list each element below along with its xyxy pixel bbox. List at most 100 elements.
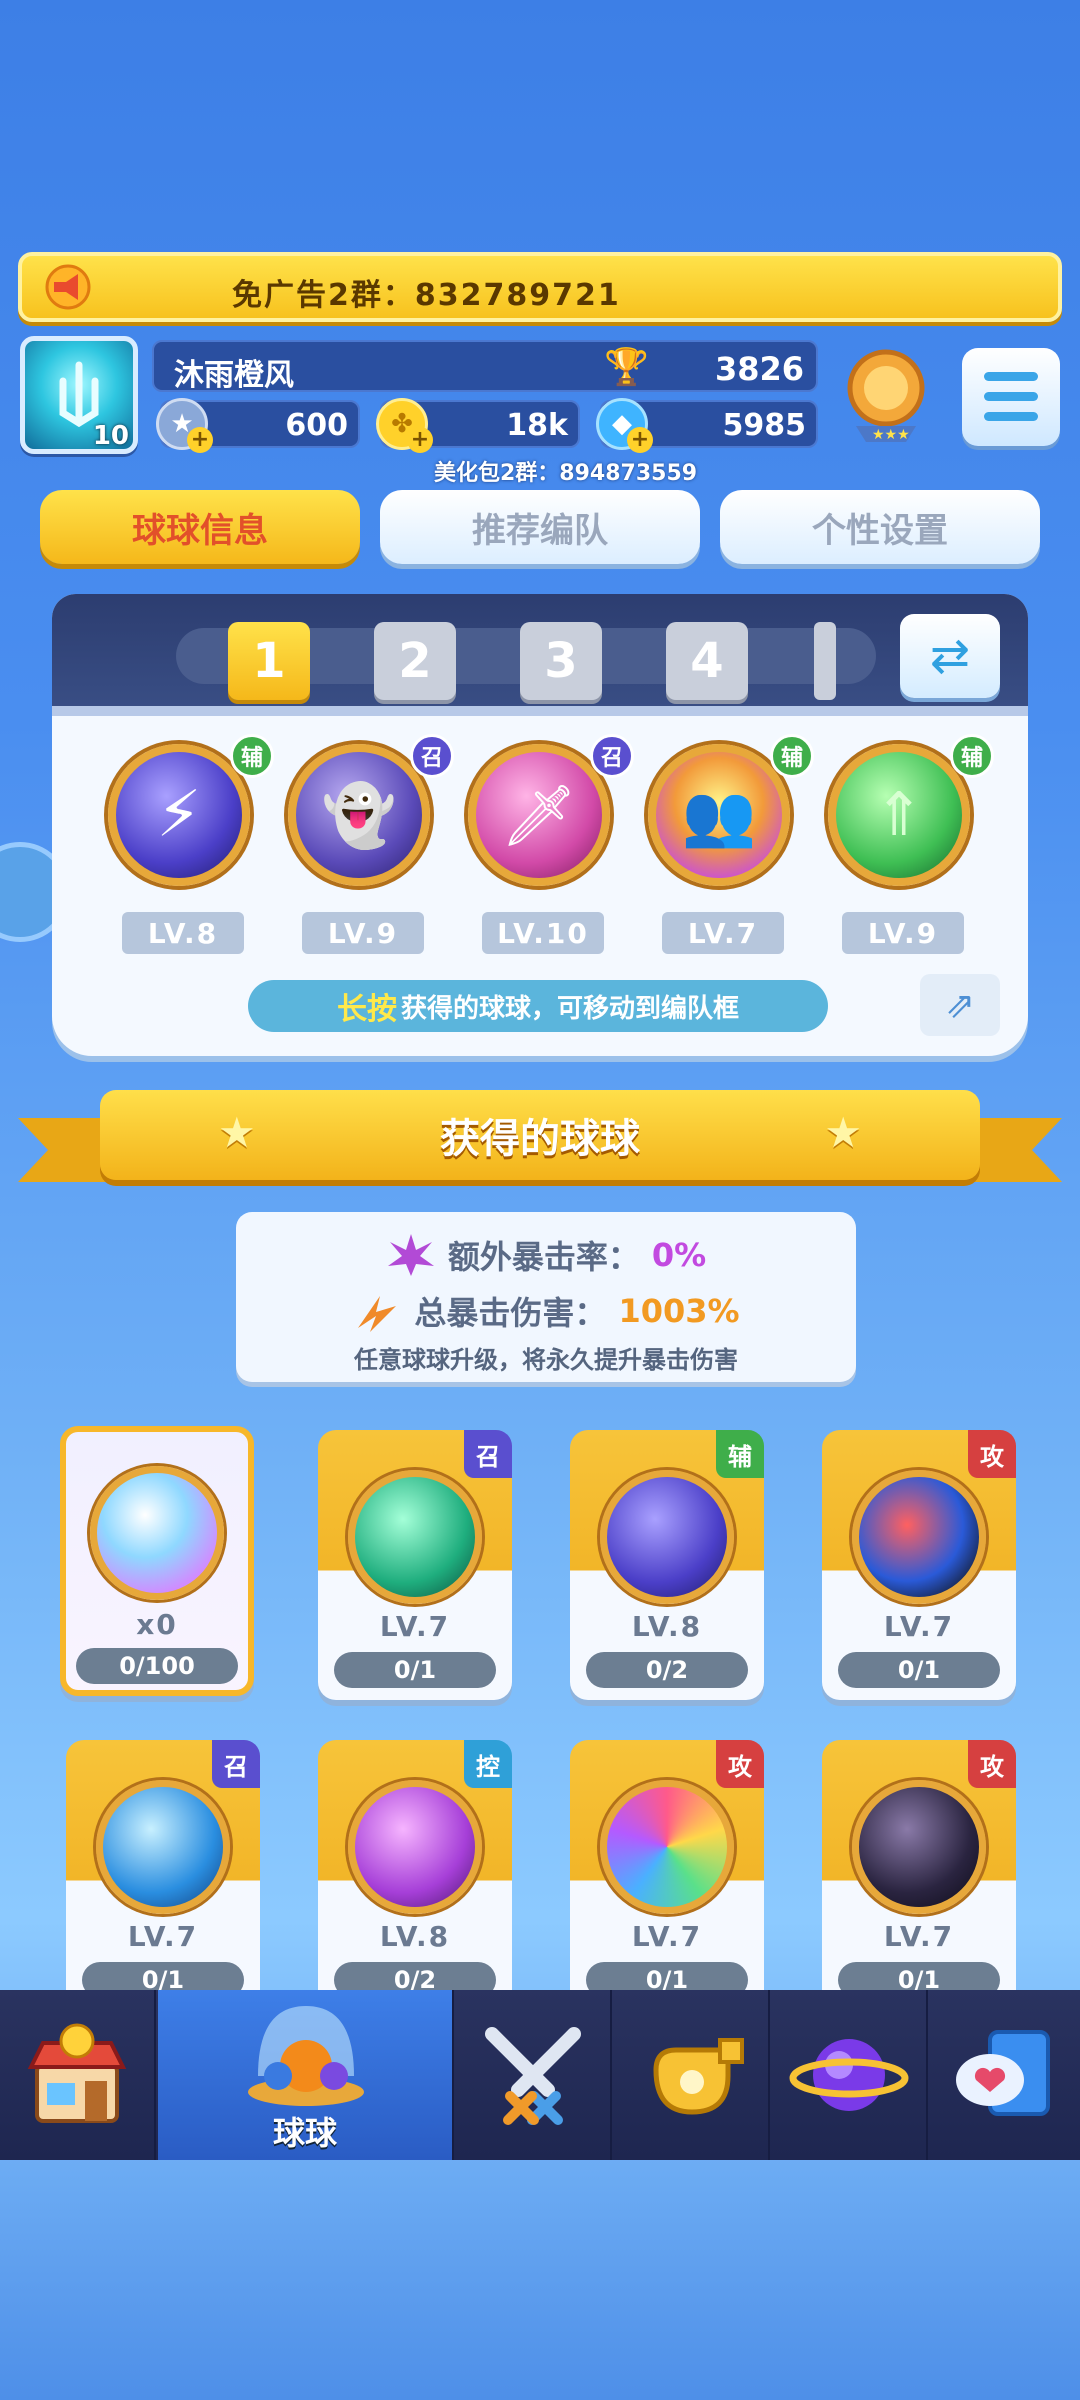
hint-strong: 长按: [336, 992, 397, 1027]
gem-value: 5985: [722, 408, 807, 443]
card-level: LV.7: [631, 1920, 703, 1953]
venom-ball-icon: [852, 1780, 986, 1914]
team-ball-1[interactable]: ⚡: [108, 744, 250, 886]
avatar-level: 10: [92, 421, 129, 451]
bottom-nav: 球球: [0, 1990, 1080, 2160]
swap-icon: ⇄: [929, 628, 971, 684]
ball-card[interactable]: 召 LV.7 0/1: [318, 1430, 512, 1700]
ball-card[interactable]: 攻 LV.7 0/1: [822, 1430, 1016, 1700]
team-ball-level: LV.9: [302, 912, 424, 954]
refresh-ball-icon: [90, 1466, 224, 1600]
star-icon: ★: [824, 1108, 862, 1157]
crit-damage-icon: [358, 1296, 397, 1332]
ghost-icon: 👻: [321, 780, 397, 851]
add-gem-icon: +: [627, 427, 653, 453]
long-press-hint: 长按 获得的球球，可移动到编队框: [248, 980, 828, 1032]
ball-card[interactable]: 召 LV.7 0/1: [66, 1740, 260, 2010]
menu-button[interactable]: [962, 348, 1060, 446]
player-name: 沐雨橙风: [174, 358, 294, 393]
team-ball-level: LV.10: [482, 912, 604, 954]
potion-ball-icon: [96, 1780, 230, 1914]
ball-icon: [248, 2006, 364, 2106]
card-progress: 0/1: [838, 1652, 1000, 1688]
role-badge: 辅: [950, 734, 994, 778]
swap-button[interactable]: ⇄: [900, 614, 1000, 698]
trophy-count: 3826: [714, 350, 804, 388]
team-panel: 1 2 3 4 ⇄ ⚡ 辅 LV.8 👻 召 LV.9 🗡 召 LV.10 👥 …: [52, 594, 1028, 1056]
nav-battle[interactable]: [456, 1990, 612, 2160]
team-slot-more[interactable]: [814, 622, 836, 700]
crit-info-card: 额外暴击率： 0% 总暴击伤害： 1003% 任意球球升级，将永久提升暴击伤害: [236, 1212, 856, 1382]
team-slot-2[interactable]: 2: [374, 622, 456, 700]
share-button[interactable]: ⇗: [920, 974, 1000, 1036]
add-gold-icon: +: [407, 427, 433, 453]
shop-icon: [27, 2023, 127, 2123]
silver-resource[interactable]: ★ + 600: [156, 398, 360, 453]
role-tag: 召: [464, 1430, 512, 1478]
rank-medal-icon[interactable]: ★★★: [842, 346, 930, 446]
lightning-ball-icon: [600, 1470, 734, 1604]
nav-balls-label: 球球: [272, 2114, 337, 2152]
lightning-icon: ⚡: [156, 778, 202, 852]
ball-card[interactable]: 攻 LV.7 0/1: [570, 1740, 764, 2010]
team-ball-level: LV.7: [662, 912, 784, 954]
nav-planet[interactable]: [772, 1990, 928, 2160]
spellbook-ball-icon: [348, 1780, 482, 1914]
silver-value: 600: [285, 408, 348, 443]
team-slot-1[interactable]: 1: [228, 622, 310, 700]
card-level: LV.7: [883, 1920, 955, 1953]
nav-shop[interactable]: [0, 1990, 156, 2160]
extra-crit-rate-value: 0%: [651, 1236, 707, 1274]
role-tag: 召: [212, 1740, 260, 1788]
role-badge: 辅: [230, 734, 274, 778]
ball-card[interactable]: 攻 LV.7 0/1: [822, 1740, 1016, 2010]
ad-free-group-banner[interactable]: 免广告2群：832789721: [18, 252, 1062, 322]
team-ball-4[interactable]: 👥: [648, 744, 790, 886]
share-icon: ⇗: [944, 984, 976, 1026]
avatar-emblem-icon: [59, 361, 99, 427]
team-ball-2[interactable]: 👻: [288, 744, 430, 886]
card-progress: 0/1: [334, 1652, 496, 1688]
prism-ball-icon: [600, 1780, 734, 1914]
role-badge: 召: [410, 734, 454, 778]
ball-card[interactable]: x0 0/100: [60, 1426, 254, 1696]
hint-text: 获得的球球，可移动到编队框: [400, 993, 739, 1024]
team-slot-4[interactable]: 4: [666, 622, 748, 700]
card-progress: 0/100: [76, 1648, 238, 1684]
silver-coin-icon: ★ +: [156, 398, 213, 453]
trophy-icon: 🏆: [604, 347, 649, 388]
menu-icon: [984, 372, 1038, 381]
vortex-ball-icon: [348, 1470, 482, 1604]
extra-crit-rate-label: 额外暴击率：: [447, 1238, 640, 1276]
role-badge: 召: [590, 734, 634, 778]
ball-card[interactable]: 控 LV.8 0/2: [318, 1740, 512, 2010]
team-ball-3[interactable]: 🗡: [468, 744, 610, 886]
tab-personal-settings[interactable]: 个性设置: [720, 490, 1040, 564]
section-title-ribbon: ★ 获得的球球 ★: [100, 1090, 980, 1180]
role-tag: 辅: [716, 1430, 764, 1478]
gold-resource[interactable]: ✤ + 18k: [376, 398, 580, 453]
nav-chat[interactable]: [930, 1990, 1080, 2160]
nav-balls[interactable]: 球球: [158, 1990, 454, 2160]
ball-card[interactable]: 辅 LV.8 0/2: [570, 1430, 764, 1700]
crowd-icon: 👥: [681, 780, 757, 851]
card-level: LV.7: [379, 1610, 451, 1643]
team-slot-3[interactable]: 3: [520, 622, 602, 700]
avatar[interactable]: 10: [20, 336, 138, 454]
role-tag: 攻: [716, 1740, 764, 1788]
total-crit-damage-label: 总暴击伤害：: [414, 1294, 607, 1332]
banner-text: 免广告2群：832789721: [232, 278, 621, 313]
team-ball-5[interactable]: ⇑: [828, 744, 970, 886]
player-info-bar: 沐雨橙风 🏆 3826: [152, 340, 818, 393]
crit-note: 任意球球升级，将永久提升暴击伤害: [354, 1346, 738, 1374]
card-level: LV.8: [379, 1920, 451, 1953]
star-icon: ★: [218, 1108, 256, 1157]
card-level: LV.7: [883, 1610, 955, 1643]
chat-icon: [956, 2030, 1050, 2116]
tab-recommended-team[interactable]: 推荐编队: [380, 490, 700, 564]
beautify-group-text: 美化包2群：894873559: [434, 461, 698, 486]
nav-whistle[interactable]: [614, 1990, 770, 2160]
gem-resource[interactable]: ◆ + 5985: [596, 398, 818, 453]
section-title: 获得的球球: [440, 1116, 640, 1162]
tab-ball-info[interactable]: 球球信息: [40, 490, 360, 564]
